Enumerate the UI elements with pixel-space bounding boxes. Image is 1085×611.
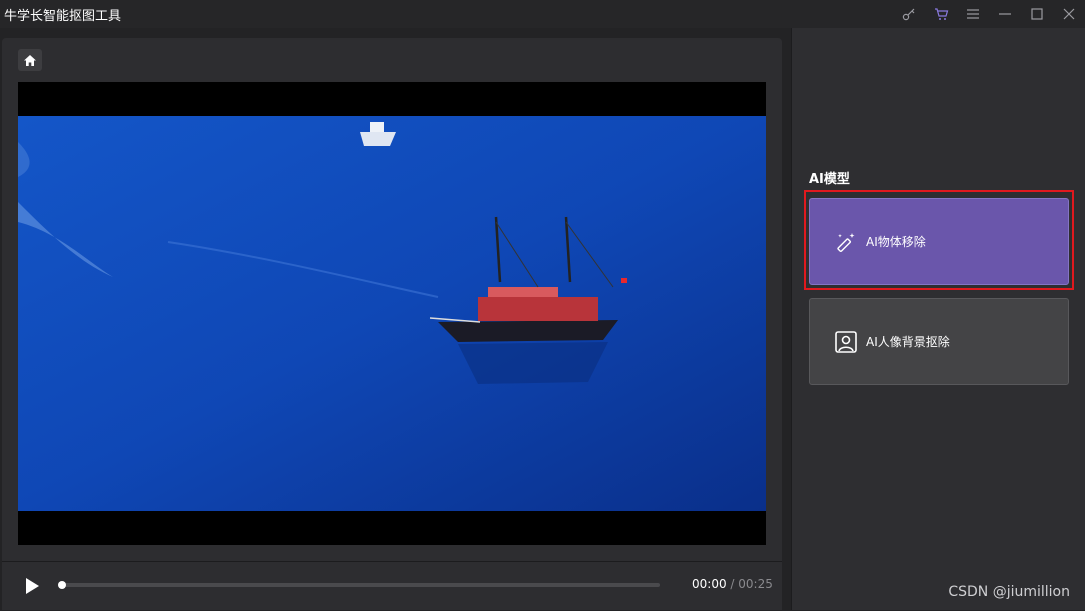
- app-title: 牛学长智能抠图工具: [4, 9, 122, 24]
- watermark-text: CSDN @jiumillion: [948, 584, 1070, 600]
- portrait-icon: [834, 330, 858, 354]
- home-button[interactable]: [18, 49, 42, 71]
- video-preview[interactable]: [18, 82, 766, 545]
- cart-icon[interactable]: [925, 0, 957, 28]
- progress-bar[interactable]: [58, 581, 660, 589]
- magic-wand-icon: [834, 230, 858, 254]
- section-title: AI模型: [809, 172, 850, 187]
- play-icon: [26, 578, 39, 594]
- duration: 00:25: [738, 577, 773, 591]
- model-panel: AI模型 AI物体移除 AI人像背景抠除 CSDN @jiumillion: [791, 28, 1085, 610]
- play-button[interactable]: [22, 576, 42, 596]
- model-portrait-bg-removal-button[interactable]: AI人像背景抠除: [809, 298, 1069, 385]
- close-icon[interactable]: [1053, 0, 1085, 28]
- minimize-icon[interactable]: [989, 0, 1021, 28]
- video-panel: 00:00 / 00:25: [2, 38, 782, 610]
- current-time: 00:00: [692, 577, 727, 591]
- model-object-removal-button[interactable]: AI物体移除: [809, 198, 1069, 285]
- key-icon[interactable]: [893, 0, 925, 28]
- window-controls: [893, 0, 1085, 28]
- time-display: 00:00 / 00:25: [692, 577, 773, 591]
- title-bar: 牛学长智能抠图工具: [0, 0, 1085, 28]
- home-icon: [24, 54, 36, 66]
- time-separator: /: [726, 577, 739, 591]
- playback-controls: 00:00 / 00:25: [2, 561, 782, 611]
- model-label: AI人像背景抠除: [866, 335, 950, 349]
- maximize-icon[interactable]: [1021, 0, 1053, 28]
- model-label: AI物体移除: [866, 235, 926, 249]
- menu-icon[interactable]: [957, 0, 989, 28]
- progress-handle[interactable]: [58, 581, 66, 589]
